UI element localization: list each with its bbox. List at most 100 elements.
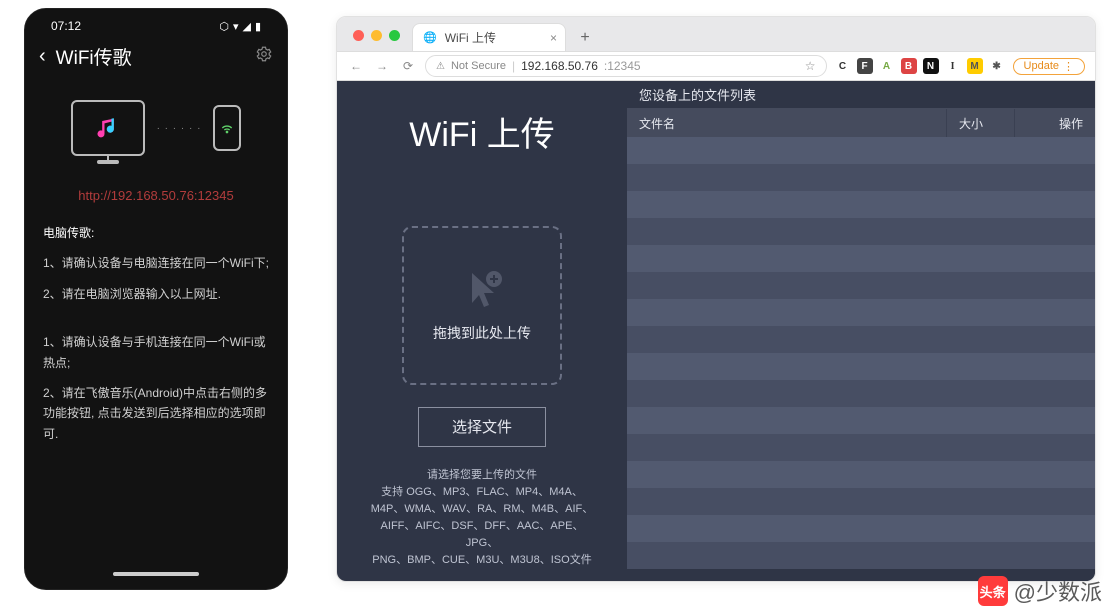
table-row — [627, 191, 1095, 218]
page-content: WiFi 上传 拖拽到此处上传 选择文件 请选择您要上传的文件 支持 OGG、M… — [337, 81, 1095, 581]
tab-title: WiFi 上传 — [445, 29, 496, 46]
ext-1-icon[interactable]: C — [835, 58, 851, 74]
upload-panel: WiFi 上传 拖拽到此处上传 选择文件 请选择您要上传的文件 支持 OGG、M… — [337, 81, 627, 581]
file-list-panel: 您设备上的文件列表 文件名 大小 操作 — [627, 81, 1095, 581]
hint-line3: M4P、WMA、WAV、RA、RM、M4B、AIF、 — [367, 501, 597, 518]
page-heading: WiFi 上传 — [409, 81, 554, 226]
update-label: Update — [1024, 60, 1059, 72]
select-file-label: 选择文件 — [452, 416, 512, 437]
phone-statusbar: 07:12 ⬡ ▾ ◢ ▮ — [25, 19, 287, 37]
phone-appbar: ‹ WiFi传歌 — [25, 37, 287, 78]
address-bar[interactable]: ⚠ Not Secure | 192.168.50.76:12345 ☆ — [425, 55, 827, 77]
nav-pill[interactable] — [113, 572, 199, 576]
battery-icon: ▮ — [255, 20, 261, 33]
format-hints: 请选择您要上传的文件 支持 OGG、MP3、FLAC、MP4、M4A、 M4P、… — [367, 467, 597, 569]
hint-line2: 支持 OGG、MP3、FLAC、MP4、M4A、 — [367, 484, 597, 501]
table-row — [627, 137, 1095, 164]
globe-icon: 🌐 — [423, 31, 437, 44]
hint-line5: PNG、BMP、CUE、M3U、M3U8、ISO文件 — [367, 552, 597, 569]
not-secure-icon: ⚠ — [436, 61, 445, 72]
file-list-title: 您设备上的文件列表 — [627, 81, 1095, 109]
table-row — [627, 515, 1095, 542]
table-row — [627, 488, 1095, 515]
back-icon[interactable]: ‹ — [39, 45, 46, 68]
extensions: C F A B N I M ✱ — [835, 58, 1005, 74]
nav-back-icon[interactable]: ← — [347, 59, 365, 73]
watermark-logo: 头条 — [978, 576, 1008, 606]
pc-step1: 1、请确认设备与电脑连接在同一个WiFi下; — [43, 253, 269, 273]
table-row — [627, 353, 1095, 380]
url-host: 192.168.50.76 — [521, 59, 598, 73]
ext-5-icon[interactable]: N — [923, 58, 939, 74]
table-row — [627, 326, 1095, 353]
drop-label: 拖拽到此处上传 — [433, 323, 531, 343]
menu-dots-icon: ⋮ — [1063, 60, 1074, 73]
table-row — [627, 461, 1095, 488]
file-list-rows — [627, 137, 1095, 581]
tab-wifi-upload[interactable]: 🌐 WiFi 上传 × — [412, 23, 566, 51]
minimize-window-icon[interactable] — [371, 30, 382, 41]
table-row — [627, 164, 1095, 191]
hint-line4: AIFF、AIFC、DSF、DFF、AAC、APE、JPG、 — [367, 518, 597, 552]
table-row — [627, 434, 1095, 461]
watermark: 头条 @少数派 — [978, 575, 1102, 607]
select-file-button[interactable]: 选择文件 — [418, 407, 546, 447]
wifi-icon: ▾ — [233, 20, 239, 33]
ext-6-icon[interactable]: I — [945, 58, 961, 74]
file-list-header: 文件名 大小 操作 — [627, 109, 1095, 137]
table-row — [627, 380, 1095, 407]
browser-tabbar: 🌐 WiFi 上传 × + — [337, 17, 1095, 51]
vpn-icon: ⬡ — [219, 20, 229, 33]
connection-dots-icon: · · · · · · — [157, 123, 202, 134]
table-row — [627, 245, 1095, 272]
phone-step1: 1、请确认设备与手机连接在同一个WiFi或热点; — [43, 332, 269, 373]
pc-instructions: 电脑传歌: 1、请确认设备与电脑连接在同一个WiFi下; 2、请在电脑浏览器输入… — [25, 217, 287, 314]
table-row — [627, 542, 1095, 569]
table-row — [627, 407, 1095, 434]
table-row — [627, 272, 1095, 299]
music-note-icon — [94, 114, 122, 142]
status-icons: ⬡ ▾ ◢ ▮ — [219, 20, 261, 33]
cursor-plus-icon — [462, 267, 502, 307]
hint-line1: 请选择您要上传的文件 — [367, 467, 597, 484]
update-button[interactable]: Update ⋮ — [1013, 58, 1085, 75]
nav-reload-icon[interactable]: ⟳ — [399, 59, 417, 73]
ext-4-icon[interactable]: B — [901, 58, 917, 74]
close-window-icon[interactable] — [353, 30, 364, 41]
wifi-signal-icon — [219, 120, 235, 136]
extensions-puzzle-icon[interactable]: ✱ — [989, 58, 1005, 74]
col-size[interactable]: 大小 — [947, 109, 1015, 137]
phone-frame: 07:12 ⬡ ▾ ◢ ▮ ‹ WiFi传歌 · · · · · · http:… — [24, 8, 288, 590]
app-title: WiFi传歌 — [56, 43, 132, 70]
phone-instructions: 1、请确认设备与手机连接在同一个WiFi或热点; 2、请在飞傲音乐(Androi… — [25, 332, 287, 454]
table-row — [627, 218, 1095, 245]
col-filename[interactable]: 文件名 — [627, 109, 947, 137]
close-tab-icon[interactable]: × — [550, 31, 557, 45]
transfer-illustration: · · · · · · — [25, 78, 287, 166]
ext-2-icon[interactable]: F — [857, 58, 873, 74]
col-ops[interactable]: 操作 — [1015, 109, 1095, 137]
browser-toolbar: ← → ⟳ ⚠ Not Secure | 192.168.50.76:12345… — [337, 51, 1095, 81]
browser-window: 🌐 WiFi 上传 × + ← → ⟳ ⚠ Not Secure | 192.1… — [336, 16, 1096, 582]
phone-navbar — [25, 565, 287, 583]
upload-url: http://192.168.50.76:12345 — [25, 166, 287, 217]
url-port: :12345 — [604, 59, 641, 73]
phone-mini-icon — [213, 105, 241, 151]
drop-zone[interactable]: 拖拽到此处上传 — [402, 226, 562, 385]
gear-icon[interactable] — [255, 45, 273, 68]
new-tab-button[interactable]: + — [572, 25, 598, 51]
zoom-window-icon[interactable] — [389, 30, 400, 41]
status-time: 07:12 — [51, 19, 81, 33]
bookmark-star-icon[interactable]: ☆ — [805, 59, 816, 73]
ext-7-icon[interactable]: M — [967, 58, 983, 74]
signal-icon: ◢ — [242, 20, 250, 33]
table-row — [627, 299, 1095, 326]
phone-step2: 2、请在飞傲音乐(Android)中点击右侧的多功能按钮, 点击发送到后选择相应… — [43, 383, 269, 444]
ext-3-icon[interactable]: A — [879, 58, 895, 74]
not-secure-label: Not Secure — [451, 60, 506, 72]
pc-step2: 2、请在电脑浏览器输入以上网址. — [43, 284, 269, 304]
window-controls[interactable] — [347, 30, 406, 51]
watermark-text: @少数派 — [1014, 575, 1102, 607]
pc-heading: 电脑传歌: — [43, 223, 269, 243]
nav-forward-icon[interactable]: → — [373, 59, 391, 73]
